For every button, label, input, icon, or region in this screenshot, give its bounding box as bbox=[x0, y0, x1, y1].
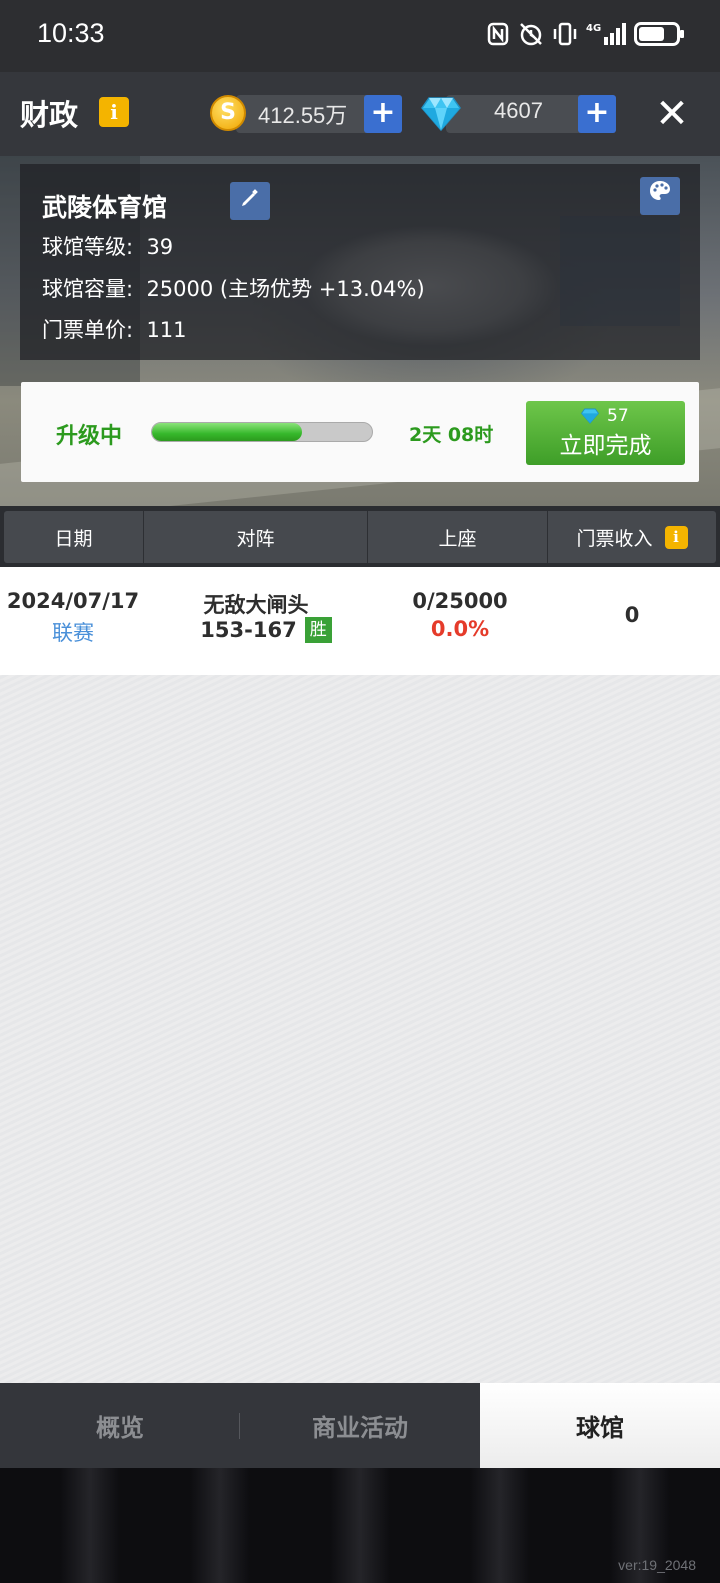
upgrade-progress-bar bbox=[151, 422, 373, 442]
status-icons: 4G bbox=[486, 20, 684, 48]
footer-shade bbox=[190, 1468, 250, 1583]
add-coins-button[interactable]: + bbox=[364, 95, 402, 133]
opponent-name: 无敌大闸头 bbox=[203, 593, 309, 617]
attendance-value: 0/25000 bbox=[412, 589, 508, 613]
income-info-icon[interactable]: i bbox=[664, 525, 688, 549]
battery-icon bbox=[634, 22, 684, 46]
bottom-tabs: 概览 商业活动 球馆 bbox=[0, 1383, 720, 1468]
ticket-income-label: 门票收入 bbox=[576, 527, 653, 550]
price-value: 111 bbox=[146, 318, 187, 342]
finish-cost: 57 bbox=[581, 406, 629, 426]
coin-icon: S bbox=[210, 95, 246, 131]
pencil-icon bbox=[242, 189, 258, 206]
finish-now-button[interactable]: 57 立即完成 bbox=[526, 401, 685, 465]
finance-header: 财政 i 412.55万 + S 4607 + ✕ bbox=[0, 72, 720, 156]
tab-stadium[interactable]: 球馆 bbox=[480, 1383, 720, 1468]
tab-stadium-label: 球馆 bbox=[576, 1414, 624, 1442]
column-attendance: 上座 bbox=[368, 511, 548, 563]
win-badge: 胜 bbox=[304, 617, 332, 643]
stadium-info-panel: 武陵体育馆 球馆等级: 39 球馆容量: 25000 (主场优势 +13.04%… bbox=[20, 164, 700, 360]
status-bar: 10:33 4G bbox=[0, 0, 720, 72]
status-time: 10:33 bbox=[37, 18, 105, 48]
close-button[interactable]: ✕ bbox=[650, 92, 694, 136]
upgrade-progress-fill bbox=[152, 423, 302, 441]
match-table-header: 日期 对阵 上座 门票收入 i bbox=[4, 511, 716, 563]
signal-icon: 4G bbox=[586, 20, 626, 48]
capacity-value: 25000 (主场优势 +13.04%) bbox=[146, 277, 425, 301]
coin-amount: 412.55万 bbox=[258, 103, 348, 128]
svg-text:4G: 4G bbox=[586, 23, 601, 34]
stadium-banner: 武陵体育馆 球馆等级: 39 球馆容量: 25000 (主场优势 +13.04%… bbox=[0, 156, 720, 506]
table-row[interactable]: 2024/07/17 联赛 无敌大闸头 153-167 胜 0/25000 0.0… bbox=[0, 567, 720, 675]
capacity-label: 球馆容量: bbox=[42, 277, 134, 301]
finish-cost-value: 57 bbox=[607, 406, 629, 426]
footer-shade bbox=[330, 1468, 390, 1583]
footer-shade bbox=[470, 1468, 530, 1583]
upgrade-time-left: 2天 08时 bbox=[409, 424, 494, 446]
add-gems-button[interactable]: + bbox=[578, 95, 616, 133]
customize-button[interactable] bbox=[640, 177, 680, 215]
upgrade-status: 升级中 bbox=[56, 424, 123, 449]
gem-amount: 4607 bbox=[494, 98, 543, 123]
tab-overview-label: 概览 bbox=[96, 1414, 144, 1442]
upgrade-panel: 升级中 2天 08时 57 立即完成 bbox=[21, 382, 699, 482]
version-label: ver:19_2048 bbox=[618, 1557, 696, 1573]
price-label: 门票单价: bbox=[42, 318, 134, 342]
column-opponent: 对阵 bbox=[144, 511, 368, 563]
ticket-income-value: 0 bbox=[624, 603, 640, 627]
ticket-price: 门票单价: 111 bbox=[42, 314, 187, 344]
match-date: 2024/07/17 bbox=[6, 589, 140, 613]
nfc-icon bbox=[486, 20, 510, 48]
finish-now-label: 立即完成 bbox=[559, 433, 652, 459]
match-list: 2024/07/17 联赛 无敌大闸头 153-167 胜 0/25000 0.0… bbox=[0, 567, 720, 1383]
page-title: 财政 bbox=[20, 98, 79, 132]
tab-overview[interactable]: 概览 bbox=[0, 1383, 240, 1468]
diamond-icon bbox=[581, 408, 599, 424]
stadium-level: 球馆等级: 39 bbox=[42, 231, 173, 261]
level-label: 球馆等级: bbox=[42, 235, 134, 259]
diamond-icon bbox=[421, 97, 461, 132]
info-icon[interactable]: i bbox=[99, 97, 129, 127]
match-score: 153-167 胜 bbox=[144, 617, 388, 643]
stadium-name: 武陵体育馆 bbox=[42, 193, 168, 222]
tab-business-label: 商业活动 bbox=[312, 1414, 408, 1442]
column-date: 日期 bbox=[4, 511, 144, 563]
footer-area: ver:19_2048 bbox=[0, 1468, 720, 1583]
stadium-capacity: 球馆容量: 25000 (主场优势 +13.04%) bbox=[42, 273, 425, 303]
level-value: 39 bbox=[146, 235, 174, 259]
attendance-rate: 0.0% bbox=[430, 617, 490, 641]
score-value: 153-167 bbox=[200, 618, 297, 642]
footer-shade bbox=[60, 1468, 120, 1583]
alarm-icon bbox=[518, 20, 544, 48]
column-ticket-income: 门票收入 i bbox=[548, 511, 716, 563]
gem-balance: 4607 + bbox=[446, 95, 616, 133]
coin-balance: 412.55万 + bbox=[236, 95, 402, 133]
vibrate-icon bbox=[552, 20, 578, 48]
battery-level bbox=[639, 27, 664, 41]
palette-icon bbox=[650, 181, 670, 200]
tab-business[interactable]: 商业活动 bbox=[240, 1383, 480, 1468]
match-type[interactable]: 联赛 bbox=[0, 617, 146, 647]
edit-name-button[interactable] bbox=[230, 182, 270, 220]
